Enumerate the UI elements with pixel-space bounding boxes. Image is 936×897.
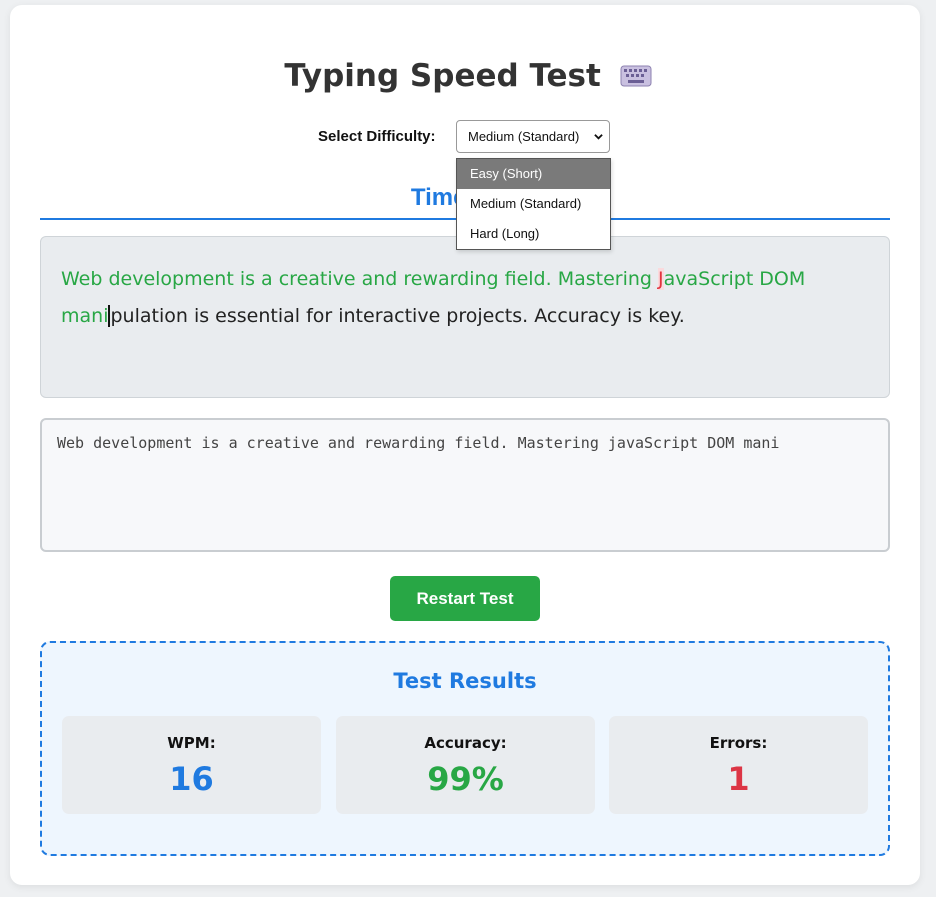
wpm-value: 16	[169, 760, 214, 798]
page-title: Typing Speed Test	[0, 58, 936, 94]
passage-correct-text: Web development is a creative and reward…	[61, 268, 659, 290]
results-panel: Test Results WPM: 16 Accuracy: 99% Error…	[40, 641, 890, 856]
accuracy-label: Accuracy:	[424, 734, 507, 752]
restart-button[interactable]: Restart Test	[390, 576, 540, 621]
passage-cursor-char: p	[108, 305, 123, 327]
page-title-text: Typing Speed Test	[284, 58, 601, 94]
accuracy-value: 99%	[427, 760, 504, 798]
difficulty-selected-value: Medium (Standard)	[468, 129, 580, 144]
difficulty-label: Select Difficulty:	[318, 128, 436, 145]
difficulty-option-medium[interactable]: Medium (Standard)	[457, 189, 610, 219]
passage-display: Web development is a creative and reward…	[40, 236, 890, 398]
difficulty-select[interactable]: Medium (Standard)	[456, 120, 610, 153]
errors-value: 1	[727, 760, 750, 798]
difficulty-option-easy[interactable]: Easy (Short)	[457, 159, 610, 189]
wpm-card: WPM: 16	[62, 716, 321, 814]
passage-remaining-text: ulation is essential for interactive pro…	[122, 305, 685, 327]
errors-card: Errors: 1	[609, 716, 868, 814]
chevron-down-icon	[594, 134, 603, 140]
accuracy-card: Accuracy: 99%	[336, 716, 595, 814]
errors-label: Errors:	[709, 734, 768, 752]
difficulty-dropdown-list: Easy (Short) Medium (Standard) Hard (Lon…	[456, 158, 611, 250]
wpm-label: WPM:	[167, 734, 216, 752]
typing-input[interactable]: Web development is a creative and reward…	[40, 418, 890, 552]
difficulty-option-hard[interactable]: Hard (Long)	[457, 219, 610, 249]
results-title: Test Results	[393, 669, 537, 693]
keyboard-icon	[620, 65, 652, 86]
